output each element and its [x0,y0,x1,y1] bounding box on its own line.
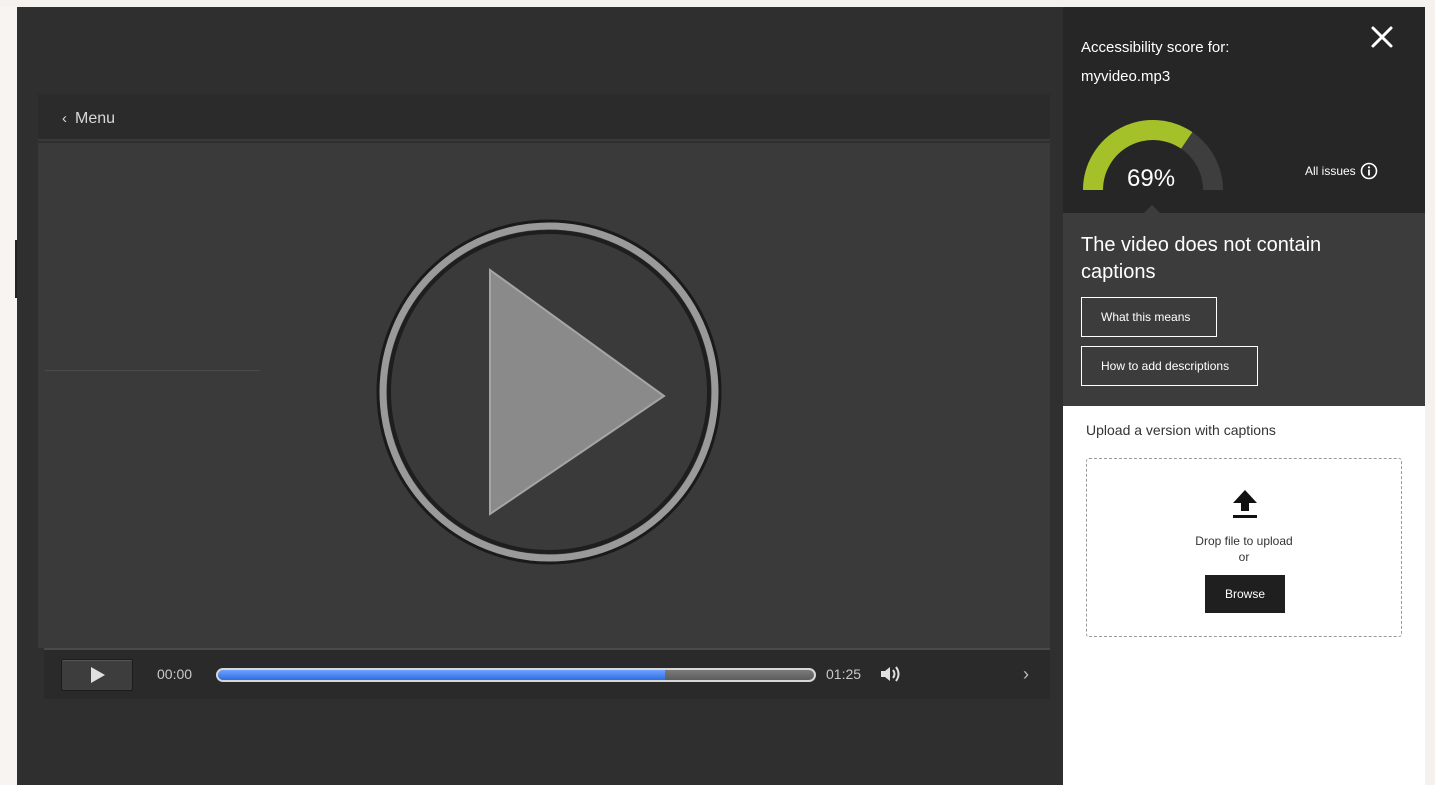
info-icon [1360,162,1377,180]
all-issues-link[interactable]: All issues [1305,162,1378,180]
file-dropzone[interactable]: Drop file to upload or Browse [1086,458,1402,637]
issue-title: The video does not contain captions [1081,234,1322,283]
progress-bar[interactable] [216,668,816,682]
video-area[interactable] [38,143,1050,648]
score-percentage: 69% [1127,165,1176,192]
player-controls: 00:00 01:25 › [44,648,1050,699]
player-menu-bar: ‹ Menu [38,94,1050,141]
video-divider [45,370,260,371]
file-name: myvideo.mp3 [1081,68,1171,85]
play-icon [489,268,666,516]
panel-title: Accessibility score for: myvideo.mp3 [1081,33,1341,91]
how-to-add-descriptions-button[interactable]: How to add descriptions [1081,346,1258,386]
play-icon [91,667,105,683]
browse-button[interactable]: Browse [1205,575,1285,613]
panel-title-line1: Accessibility score for: [1081,39,1230,56]
menu-button[interactable]: ‹ Menu [62,110,115,128]
page-background-left [0,7,17,785]
close-icon[interactable] [1370,25,1394,49]
drop-instructions: Drop file to upload or [1087,533,1401,565]
chevron-left-icon: ‹ [62,110,67,127]
all-issues-label: All issues [1305,164,1356,178]
upload-section: Upload a version with captions Drop file… [1063,406,1425,785]
upload-title: Upload a version with captions [1086,422,1276,438]
volume-icon[interactable] [879,664,903,684]
upload-icon [1233,490,1257,518]
total-time: 01:25 [826,666,862,682]
or-text: or [1238,550,1250,564]
play-button[interactable] [61,659,133,691]
current-time: 00:00 [157,666,193,682]
what-this-means-button[interactable]: What this means [1081,297,1217,337]
drop-file-text: Drop file to upload [1195,534,1293,548]
chevron-right-icon[interactable]: › [1023,664,1029,685]
accessibility-score-header: Accessibility score for: myvideo.mp3 69%… [1063,7,1425,220]
big-play-button[interactable] [373,216,725,568]
progress-fill [218,670,665,680]
menu-label: Menu [75,110,116,127]
issue-section: The video does not contain captions What… [1063,213,1425,406]
